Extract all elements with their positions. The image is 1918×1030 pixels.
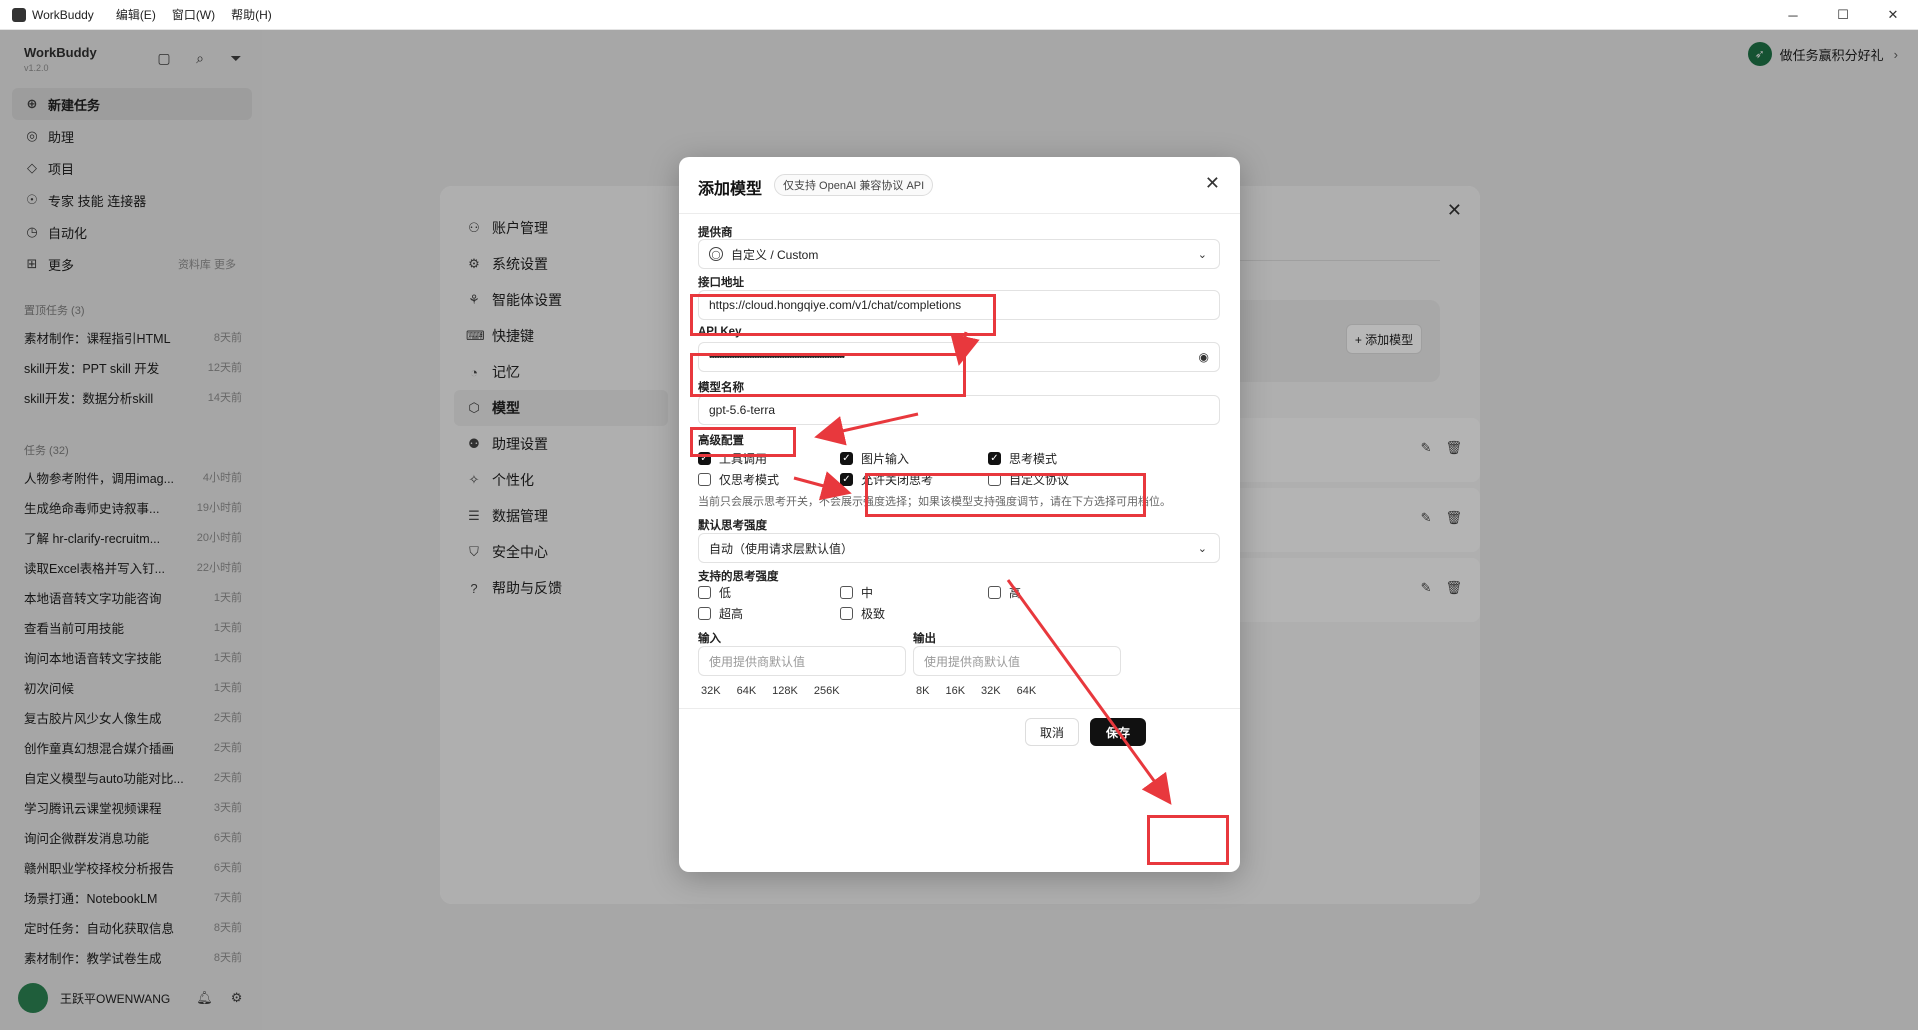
- highlight-image-thinking: [865, 473, 1146, 517]
- strength-xhigh-checkbox[interactable]: 超高: [698, 605, 743, 622]
- output-chip[interactable]: 64K: [1009, 679, 1045, 703]
- highlight-endpoint: [690, 294, 996, 336]
- input-chips: 32K 64K 128K 256K: [693, 679, 848, 703]
- input-tokens-field[interactable]: 使用提供商默认值: [698, 646, 906, 676]
- thinking-only-checkbox[interactable]: 仅思考模式: [698, 471, 779, 488]
- menu-window[interactable]: 窗口(W): [172, 6, 215, 23]
- thinking-mode-checkbox[interactable]: ✓ 思考模式: [988, 450, 1057, 467]
- dialog-title: 添加模型: [698, 181, 763, 198]
- title-bar: WorkBuddy 编辑(E) 窗口(W) 帮助(H) ─ ☐ ✕: [0, 0, 1918, 30]
- divider: [679, 708, 1240, 709]
- provider-label: 提供商: [698, 227, 733, 239]
- output-chip[interactable]: 16K: [937, 679, 973, 703]
- save-button[interactable]: 保存: [1090, 718, 1146, 746]
- output-label: 输出: [913, 633, 936, 645]
- output-chips: 8K 16K 32K 64K: [908, 679, 1044, 703]
- default-strength-label: 默认思考强度: [698, 520, 767, 532]
- dialog-close-icon[interactable]: ✕: [1205, 173, 1220, 194]
- globe-icon: ◯: [709, 247, 723, 261]
- divider: [679, 213, 1240, 214]
- menu-edit[interactable]: 编辑(E): [116, 6, 156, 23]
- highlight-save: [1147, 815, 1229, 865]
- default-strength-select[interactable]: 自动（使用请求层默认值） ⌄: [698, 533, 1220, 563]
- app-name: WorkBuddy: [32, 7, 94, 22]
- minimize-button[interactable]: ─: [1768, 0, 1818, 30]
- output-chip[interactable]: 32K: [973, 679, 1009, 703]
- input-label: 输入: [698, 633, 721, 645]
- cancel-button[interactable]: 取消: [1025, 718, 1079, 746]
- strength-max-checkbox[interactable]: 极致: [840, 605, 885, 622]
- close-window-button[interactable]: ✕: [1868, 0, 1918, 30]
- eye-icon[interactable]: ◉: [1199, 350, 1209, 364]
- chevron-down-icon: ⌄: [1197, 542, 1207, 555]
- strength-low-checkbox[interactable]: 低: [698, 584, 731, 601]
- strength-mid-checkbox[interactable]: 中: [840, 584, 873, 601]
- endpoint-label: 接口地址: [698, 277, 744, 289]
- highlight-apikey: [690, 353, 966, 397]
- chevron-down-icon: ⌄: [1197, 248, 1207, 261]
- provider-select[interactable]: ◯ 自定义 / Custom ⌄: [698, 239, 1220, 269]
- app-logo-icon: [12, 7, 26, 22]
- input-chip[interactable]: 256K: [806, 679, 848, 703]
- input-chip[interactable]: 32K: [693, 679, 729, 703]
- output-chip[interactable]: 8K: [908, 679, 937, 703]
- protocol-badge: 仅支持 OpenAI 兼容协议 API: [774, 174, 934, 196]
- input-chip[interactable]: 128K: [764, 679, 806, 703]
- highlight-model-name: [690, 427, 796, 457]
- supported-strength-label: 支持的思考强度: [698, 571, 779, 583]
- maximize-button[interactable]: ☐: [1818, 0, 1868, 30]
- output-tokens-field[interactable]: 使用提供商默认值: [913, 646, 1121, 676]
- image-input-checkbox[interactable]: ✓ 图片输入: [840, 450, 909, 467]
- input-chip[interactable]: 64K: [729, 679, 765, 703]
- strength-high-checkbox[interactable]: 高: [988, 584, 1021, 601]
- menu-help[interactable]: 帮助(H): [231, 6, 272, 23]
- model-name-input[interactable]: gpt-5.6-terra: [698, 395, 1220, 425]
